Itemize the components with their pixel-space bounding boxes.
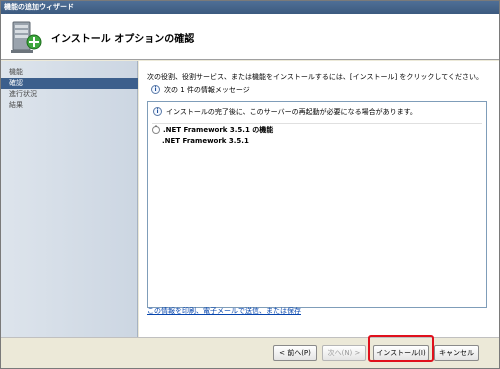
wizard-nav: 機能 確認 進行状況 結果 — [1, 61, 138, 337]
message-count-label: 次の 1 件の情報メッセージ — [164, 86, 250, 94]
page-title: インストール オプションの確認 — [51, 34, 195, 45]
install-highlight — [368, 335, 434, 362]
nav-item-features[interactable]: 機能 — [1, 67, 138, 78]
back-button[interactable]: < 前へ(P) — [273, 345, 317, 361]
nav-item-results[interactable]: 結果 — [1, 100, 138, 111]
restart-notice-text: インストールの完了後に、このサーバーの再起動が必要になる場合があります。 — [166, 108, 417, 116]
info-icon: i — [153, 107, 162, 116]
server-add-icon — [11, 21, 42, 53]
print-email-save-link[interactable]: この情報を印刷、電子メールで送信、または保存 — [147, 306, 301, 316]
section-title: .NET Framework 3.5.1 の機能 — [163, 126, 274, 134]
section-header[interactable]: ˆ .NET Framework 3.5.1 の機能 — [152, 123, 482, 135]
content-area: 次の役割、役割サービス、または機能をインストールするには、[インストール] をク… — [139, 61, 499, 337]
wizard-header: インストール オプションの確認 — [1, 14, 499, 60]
confirmation-list[interactable]: i インストールの完了後に、このサーバーの再起動が必要になる場合があります。 ˆ… — [147, 101, 487, 308]
window-title: 機能の追加ウィザード — [4, 3, 74, 11]
cancel-button[interactable]: キャンセル — [434, 345, 479, 361]
title-bar: 機能の追加ウィザード — [1, 1, 499, 14]
nav-item-progress[interactable]: 進行状況 — [1, 89, 138, 100]
feature-item: .NET Framework 3.5.1 — [162, 137, 249, 145]
next-button[interactable]: 次へ(N) > — [322, 345, 366, 361]
info-icon: i — [151, 85, 160, 94]
collapse-icon[interactable]: ˆ — [152, 126, 160, 134]
wizard-window: 機能の追加ウィザード インストール オプションの確認 機能 確認 進行状況 結果… — [0, 0, 500, 369]
nav-item-confirm[interactable]: 確認 — [1, 78, 138, 89]
instruction-text: 次の役割、役割サービス、または機能をインストールするには、[インストール] をク… — [147, 73, 483, 81]
